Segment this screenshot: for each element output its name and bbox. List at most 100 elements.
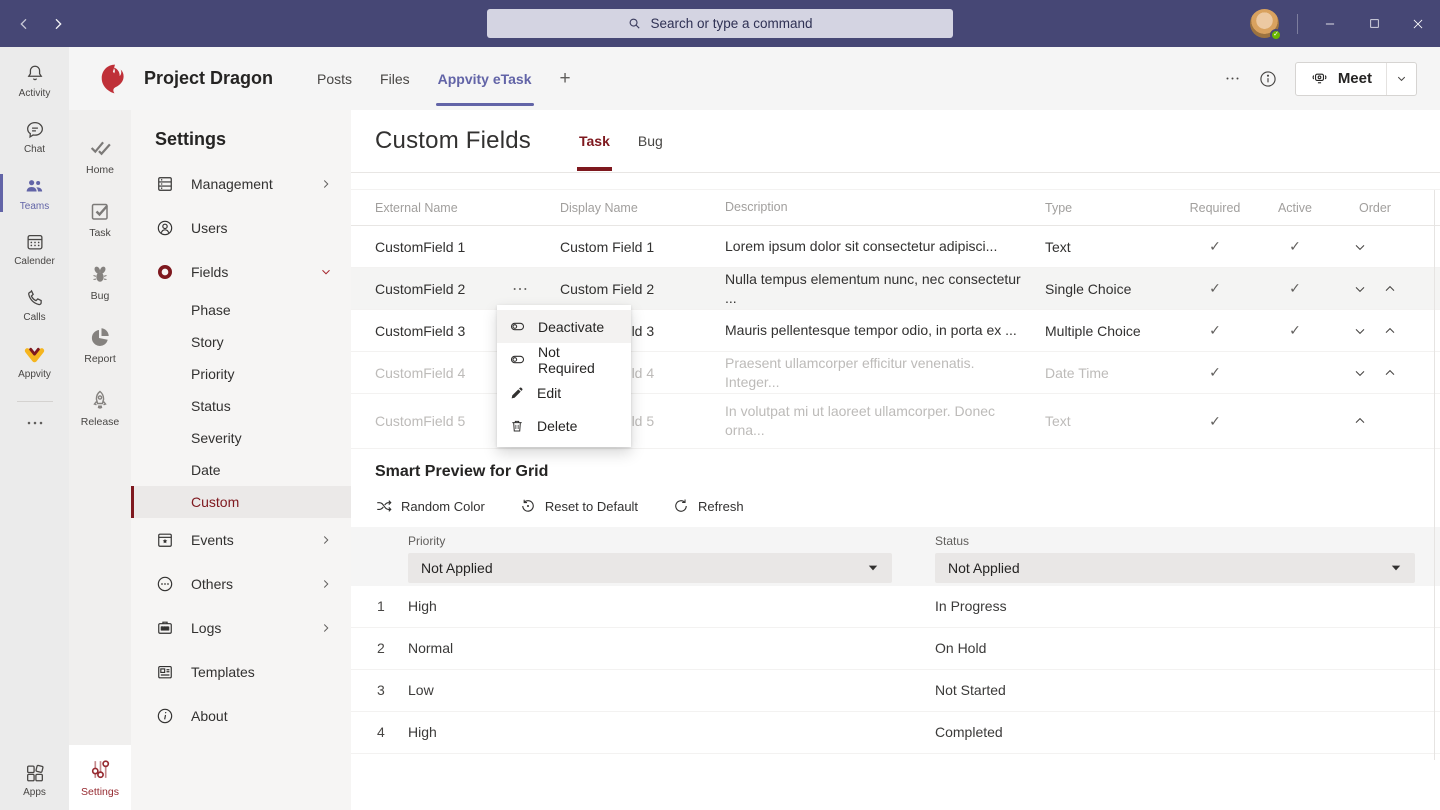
channel-tab-files[interactable]: Files [366,47,424,110]
home-double-check-icon [88,135,113,160]
move-up-icon[interactable] [1352,413,1368,429]
check-icon: ✓ [1209,238,1221,254]
sidebar-item-priority[interactable]: Priority [131,358,351,390]
back-icon[interactable] [12,12,36,36]
add-tab-button[interactable]: + [546,47,585,110]
move-down-icon[interactable] [1352,281,1368,297]
app-rail-bug[interactable]: Bug [69,250,131,313]
sidebar-item-severity[interactable]: Severity [131,422,351,454]
search-icon [627,16,642,31]
camera-icon [1310,69,1329,88]
apps-grid-icon [24,762,46,784]
more-options-icon[interactable] [1224,76,1241,81]
refresh-button[interactable]: Refresh [672,497,744,515]
column-type: Type [1045,201,1175,215]
sidebar-item-status[interactable]: Status [131,390,351,422]
sidebar-item-templates[interactable]: Templates [131,650,351,694]
meet-button[interactable]: Meet [1296,63,1387,95]
menu-item-not-required[interactable]: Not Required [497,343,631,376]
app-rail-home[interactable]: Home [69,124,131,187]
sidebar-item-management[interactable]: Management [131,162,351,206]
channel-tab-appvity-etask[interactable]: Appvity eTask [424,47,546,110]
toggle-icon [509,318,526,335]
sidebar-item-fields[interactable]: Fields [131,250,351,294]
app-rail-report[interactable]: Report [69,313,131,376]
app-rail-settings[interactable]: Settings [69,745,131,810]
scrollbar-track[interactable] [1434,190,1435,760]
rocket-icon [88,388,112,412]
table-row: CustomField 2 Custom Field 2 Nulla tempu… [351,268,1440,310]
dropdown-caret-icon [1390,563,1402,573]
search-placeholder: Search or type a command [650,16,812,31]
rail-more-icon[interactable] [0,406,69,440]
rail-item-calls[interactable]: Calls [0,277,69,333]
menu-item-delete[interactable]: Delete [497,409,631,442]
sidebar-item-others[interactable]: Others [131,562,351,606]
sidebar-item-phase[interactable]: Phase [131,294,351,326]
column-display-name: Display Name [560,201,725,215]
row-more-options-button[interactable] [507,280,533,298]
events-icon [155,530,175,550]
preview-filter-band: Priority Not Applied Status Not Applied [351,527,1440,586]
meet-dropdown-button[interactable] [1387,63,1416,95]
menu-item-edit[interactable]: Edit [497,376,631,409]
move-down-icon[interactable] [1352,323,1368,339]
rail-item-apps[interactable]: Apps [0,750,69,810]
chevron-right-icon [319,621,333,635]
minimize-button[interactable] [1308,0,1352,47]
sidebar-item-logs[interactable]: LOG Logs [131,606,351,650]
chat-icon [24,119,46,141]
sidebar-item-story[interactable]: Story [131,326,351,358]
move-up-icon[interactable] [1382,323,1398,339]
sidebar-item-users[interactable]: Users [131,206,351,250]
rail-item-appvity[interactable]: Appvity [0,333,69,389]
about-info-icon [155,706,175,726]
rail-item-calendar[interactable]: Calender [0,221,69,277]
page-title: Custom Fields [375,127,531,155]
rail-item-teams[interactable]: Teams [0,165,69,221]
templates-icon [155,662,175,682]
move-up-icon[interactable] [1382,365,1398,381]
reset-to-default-button[interactable]: Reset to Default [519,497,638,515]
app-rail-task[interactable]: Task [69,187,131,250]
rail-item-activity[interactable]: Activity [0,53,69,109]
sidebar-item-date[interactable]: Date [131,454,351,486]
avatar[interactable]: ✓ [1250,9,1279,38]
move-down-icon[interactable] [1352,365,1368,381]
move-down-icon[interactable] [1352,239,1368,255]
menu-item-deactivate[interactable]: Deactivate [497,310,631,343]
svg-text:LOG: LOG [162,627,169,631]
chevron-right-icon [319,577,333,591]
sidebar-item-custom[interactable]: Custom [131,486,351,518]
preview-row: 2 Normal On Hold [351,628,1440,670]
preview-row: 1 High In Progress [351,586,1440,628]
smart-preview-toolbar: Random Color Reset to Default Refresh [375,497,1440,515]
settings-sliders-icon [88,757,113,782]
maximize-button[interactable] [1352,0,1396,47]
tab-task[interactable]: Task [565,110,624,172]
others-icon [155,574,175,594]
sidebar-item-events[interactable]: Events [131,518,351,562]
dropdown-caret-icon [867,563,879,573]
info-icon[interactable] [1258,69,1278,89]
column-description: Description [725,199,1045,216]
teams-rail: Activity Chat Teams Calender Calls Appvi… [0,47,69,810]
status-dropdown[interactable]: Not Applied [935,553,1415,583]
forward-icon[interactable] [46,12,70,36]
close-button[interactable] [1396,0,1440,47]
report-pie-icon [88,325,112,349]
teams-people-icon [23,175,46,198]
team-logo [98,62,132,96]
move-up-icon[interactable] [1382,281,1398,297]
random-color-button[interactable]: Random Color [375,497,485,515]
rail-item-chat[interactable]: Chat [0,109,69,165]
column-required: Required [1175,201,1255,215]
tab-bug[interactable]: Bug [624,110,677,172]
search-input[interactable]: Search or type a command [487,9,953,38]
sidebar-item-about[interactable]: About [131,694,351,738]
app-rail-release[interactable]: Release [69,376,131,439]
channel-tab-posts[interactable]: Posts [303,47,366,110]
status-filter-label: Status [935,534,1415,548]
priority-dropdown[interactable]: Not Applied [408,553,892,583]
check-icon: ✓ [1209,322,1221,338]
